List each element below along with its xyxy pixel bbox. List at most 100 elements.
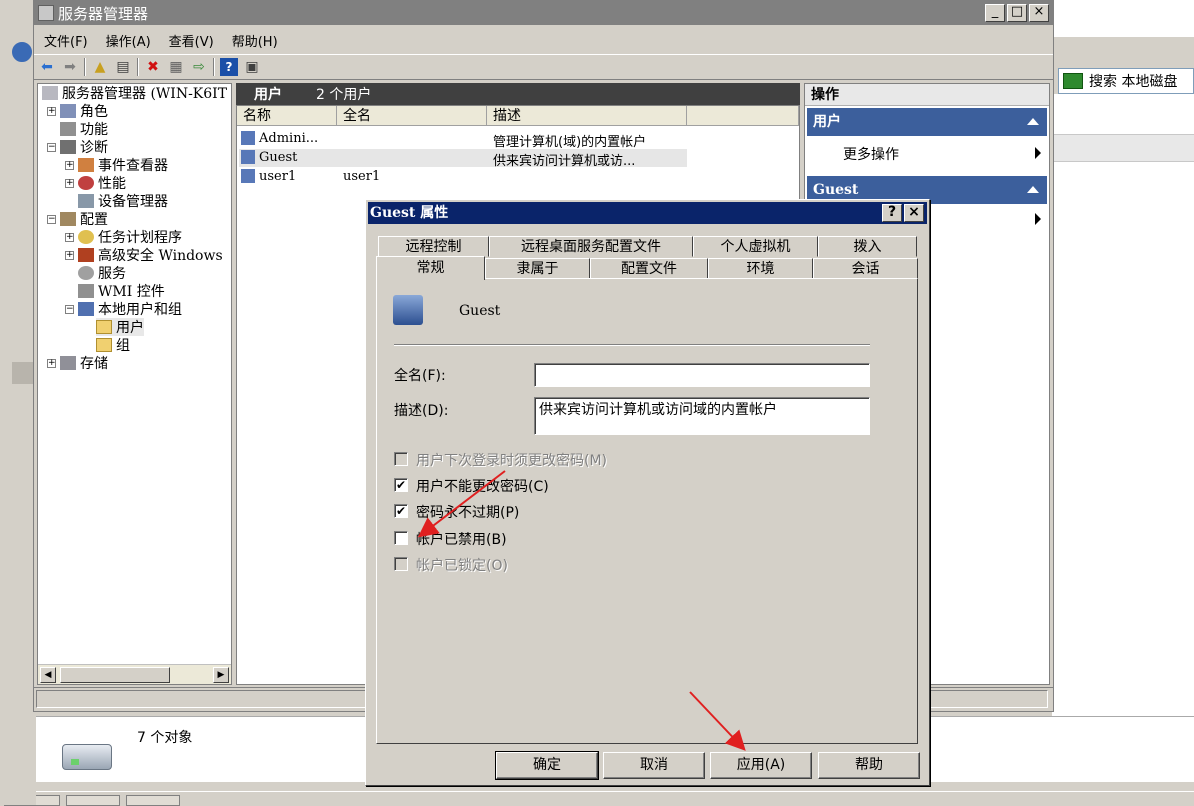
collapse-icon[interactable]: − (47, 143, 56, 152)
tree-item-features[interactable]: 功能 (60, 120, 108, 138)
refresh-icon[interactable] (1063, 73, 1083, 89)
features-icon (60, 122, 76, 136)
taskbar-item[interactable] (126, 795, 180, 806)
menu-view[interactable]: 查看(V) (169, 31, 214, 50)
tree-item-groups[interactable]: 组 (96, 336, 130, 354)
checkbox-cannot-change-password[interactable]: ✔ (394, 478, 408, 492)
list-count: 2 个用户 (316, 87, 372, 103)
show-tree-icon[interactable]: ▤ (114, 58, 132, 76)
checkbox-must-change-password (394, 452, 408, 466)
column-header-empty (687, 106, 799, 126)
checkbox-label[interactable]: 帐户已禁用(B) (416, 529, 507, 549)
forward-arrow-icon[interactable]: ➡ (61, 58, 79, 76)
performance-icon (78, 176, 94, 190)
collapse-icon[interactable]: − (65, 305, 74, 314)
actions-header: 操作 (805, 84, 1049, 106)
checkbox-password-never-expires[interactable]: ✔ (394, 504, 408, 518)
tab-general[interactable]: 常规 (376, 256, 485, 280)
table-row[interactable]: Admini... 管理计算机(域)的内置帐户 (239, 130, 687, 150)
tree-item-firewall[interactable]: 高级安全 Windows (78, 246, 223, 264)
tab-member-of[interactable]: 隶属于 (485, 258, 590, 279)
collapse-arrow-icon[interactable] (1027, 118, 1039, 125)
horizontal-scrollbar[interactable]: ◀ ▶ (38, 664, 231, 684)
actions-section-users[interactable]: 用户 (807, 108, 1047, 136)
user-icon (241, 131, 255, 145)
drive-icon (62, 744, 112, 770)
tab-profile[interactable]: 配置文件 (590, 258, 708, 279)
menu-bar: 文件(F) 操作(A) 查看(V) 帮助(H) (34, 28, 1053, 52)
expand-icon[interactable]: + (65, 233, 74, 242)
column-header-description[interactable]: 描述 (487, 106, 687, 126)
expand-icon[interactable]: + (65, 161, 74, 170)
tree-item-wmi[interactable]: WMI 控件 (78, 282, 165, 300)
tree-item-local-users[interactable]: 本地用户和组 (78, 300, 182, 318)
fullname-label: 全名(F): (394, 368, 446, 384)
tree-item-roles[interactable]: 角色 (60, 102, 108, 120)
maximize-button[interactable]: □ (1007, 4, 1027, 22)
checkbox-label[interactable]: 密码永不过期(P) (416, 502, 519, 522)
expand-icon[interactable]: + (65, 251, 74, 260)
properties-icon[interactable]: ▦ (167, 58, 185, 76)
table-row[interactable]: user1 user1 (239, 168, 687, 186)
fullname-field[interactable] (534, 363, 870, 387)
help-icon[interactable]: ? (220, 58, 238, 76)
cancel-button[interactable]: 取消 (603, 752, 705, 779)
tree-item-task-scheduler[interactable]: 任务计划程序 (78, 228, 182, 246)
submenu-arrow-icon (1035, 147, 1041, 159)
tab-personal-vm[interactable]: 个人虚拟机 (693, 236, 818, 257)
tree-item-users[interactable]: 用户 (96, 318, 144, 336)
menu-file[interactable]: 文件(F) (44, 31, 88, 50)
taskbar (0, 791, 1194, 806)
tab-remote-control[interactable]: 远程控制 (378, 236, 489, 257)
table-row-selected[interactable]: Guest 供来宾访问计算机或访... (239, 149, 687, 169)
tree-item-diagnostics[interactable]: 诊断 (60, 138, 108, 156)
collapse-icon[interactable]: − (47, 215, 56, 224)
user-disabled-icon (241, 150, 255, 164)
roles-icon (60, 104, 76, 118)
checkbox-account-disabled[interactable] (394, 531, 408, 545)
column-header-fullname[interactable]: 全名 (337, 106, 487, 126)
tree-item-services[interactable]: 服务 (78, 264, 126, 282)
dialog-close-button[interactable]: × (904, 204, 924, 222)
scroll-thumb[interactable] (60, 667, 170, 683)
tree-item-performance[interactable]: 性能 (78, 174, 126, 192)
scroll-right-arrow[interactable]: ▶ (213, 667, 229, 683)
tab-environment[interactable]: 环境 (708, 258, 813, 279)
tree-item-root[interactable]: 服务器管理器 (WIN-K6IT (42, 84, 227, 102)
taskbar-item[interactable] (66, 795, 120, 806)
tab-sessions[interactable]: 会话 (813, 258, 918, 279)
delete-icon[interactable]: ✖ (144, 58, 162, 76)
collapse-arrow-icon[interactable] (1027, 186, 1039, 193)
scroll-left-arrow[interactable]: ◀ (40, 667, 56, 683)
tree-item-configuration[interactable]: 配置 (60, 210, 108, 228)
description-field[interactable]: 供来宾访问计算机或访问域的内置帐户 (534, 397, 870, 435)
separator (394, 344, 870, 346)
dialog-title: Guest 属性 (370, 205, 449, 221)
tree-item-storage[interactable]: 存储 (60, 354, 108, 372)
expand-icon[interactable]: + (65, 179, 74, 188)
background-search-box[interactable]: 搜索 本地磁盘 (1058, 68, 1194, 94)
action-pane-icon[interactable]: ▣ (243, 58, 261, 76)
tree-item-event-viewer[interactable]: 事件查看器 (78, 156, 168, 174)
tab-rds-profile[interactable]: 远程桌面服务配置文件 (489, 236, 693, 257)
ok-button[interactable]: 确定 (495, 751, 599, 780)
apply-button[interactable]: 应用(A) (710, 752, 812, 779)
tree-item-device-manager[interactable]: 设备管理器 (78, 192, 168, 210)
expand-icon[interactable]: + (47, 107, 56, 116)
tab-dial-in[interactable]: 拨入 (818, 236, 917, 257)
minimize-button[interactable]: _ (985, 4, 1005, 22)
up-folder-icon[interactable]: ▲ (91, 58, 109, 76)
menu-action[interactable]: 操作(A) (106, 31, 151, 50)
background-window-edge (0, 0, 36, 805)
checkbox-label[interactable]: 用户不能更改密码(C) (416, 476, 549, 496)
help-button[interactable]: 帮助 (818, 752, 920, 779)
menu-help[interactable]: 帮助(H) (232, 31, 278, 50)
export-icon[interactable]: ⇨ (190, 58, 208, 76)
dialog-help-button[interactable]: ? (882, 204, 902, 222)
checkbox-label: 帐户已锁定(O) (416, 558, 508, 574)
more-actions-item[interactable]: 更多操作 (843, 144, 899, 164)
expand-icon[interactable]: + (47, 359, 56, 368)
close-button[interactable]: × (1029, 4, 1049, 22)
back-arrow-icon[interactable]: ⬅ (38, 58, 56, 76)
column-header-name[interactable]: 名称 (237, 106, 337, 126)
